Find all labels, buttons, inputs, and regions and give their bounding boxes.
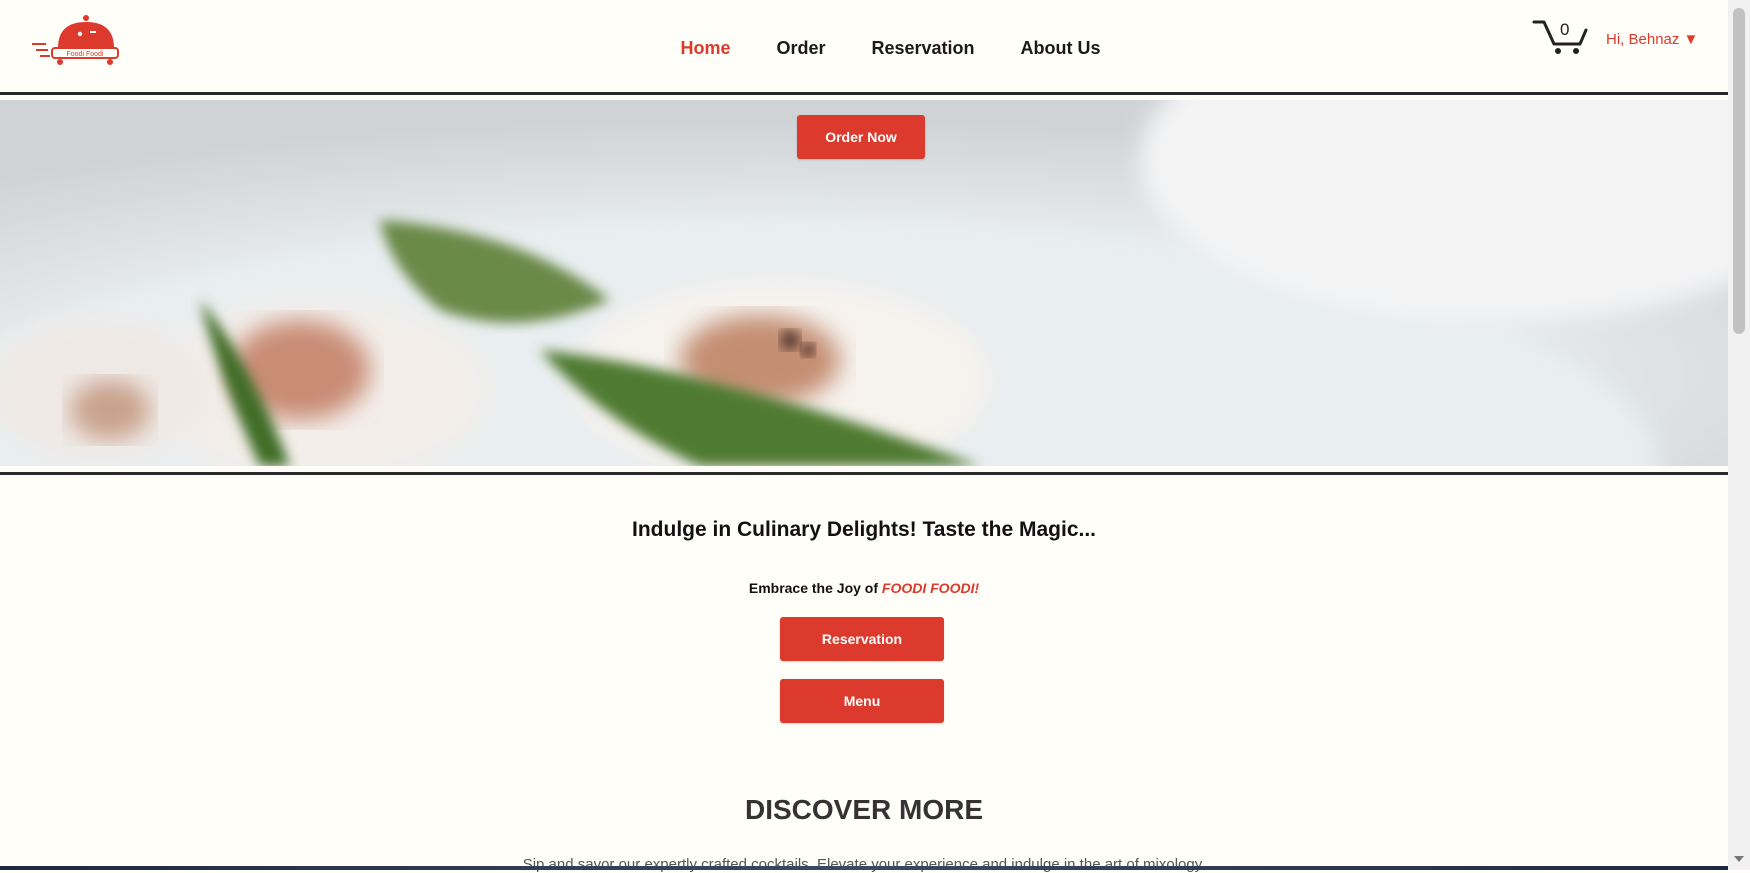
menu-button[interactable]: Menu <box>780 679 944 723</box>
cart-button[interactable]: 0 <box>1532 18 1590 56</box>
user-menu[interactable]: Hi, Behnaz ▼ <box>1606 31 1698 48</box>
bottom-edge <box>0 866 1728 870</box>
subtitle-prefix: Embrace the Joy of <box>748 580 882 596</box>
discover-text: Sip and savor our expertly crafted cockt… <box>522 856 1206 873</box>
subtitle: Embrace the Joy of FOODI FOODI! <box>0 580 1728 596</box>
main-nav: Home Order Reservation About Us <box>0 38 1728 59</box>
header-divider <box>0 92 1728 95</box>
hero-divider <box>0 472 1728 475</box>
discover-heading: DISCOVER MORE <box>744 794 984 825</box>
nav-reservation[interactable]: Reservation <box>872 38 975 59</box>
reservation-button[interactable]: Reservation <box>780 617 944 661</box>
user-greeting: Hi, Behnaz <box>1606 31 1680 48</box>
page-scrollbar[interactable] <box>1728 0 1750 870</box>
caret-down-icon: ▼ <box>1683 31 1699 48</box>
subtitle-brand: FOODI FOODI! <box>881 580 980 596</box>
nav-order[interactable]: Order <box>776 38 825 59</box>
hero-banner: Order Now <box>0 100 1728 466</box>
nav-about-us[interactable]: About Us <box>1021 38 1101 59</box>
scrollbar-thumb[interactable] <box>1733 8 1745 334</box>
tagline: Indulge in Culinary Delights! Taste the … <box>632 518 1096 541</box>
cart-count: 0 <box>1560 20 1570 39</box>
order-now-button[interactable]: Order Now <box>797 115 925 159</box>
nav-home[interactable]: Home <box>680 38 730 59</box>
scroll-down-icon[interactable] <box>1734 856 1744 862</box>
page: Foodi Foodi Home Order Reservation About… <box>0 0 1728 873</box>
site-header: Foodi Foodi Home Order Reservation About… <box>0 0 1728 92</box>
